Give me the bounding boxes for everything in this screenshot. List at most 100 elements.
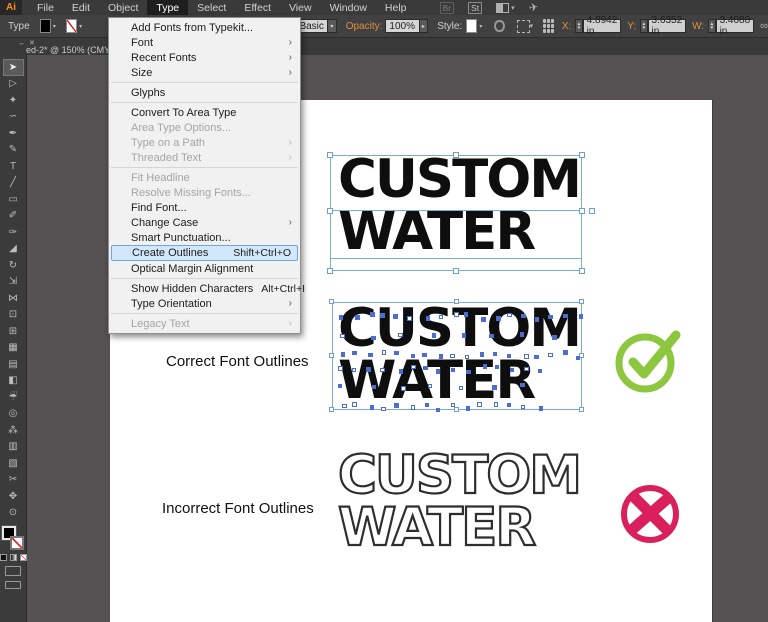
stroke-caret-icon[interactable]: ▾ [79,23,82,30]
menubar-item-help[interactable]: Help [376,0,416,15]
type-tool[interactable]: T [3,158,24,175]
anchor-point[interactable] [381,407,386,412]
menu-item-size[interactable]: Size› [109,65,300,80]
anchor-point[interactable] [507,313,512,318]
opacity-input[interactable]: 100% [385,19,419,33]
constrain-proportions-link-icon[interactable]: ∞ [760,20,768,32]
perspective-grid-tool[interactable]: ⊞ [3,323,24,340]
free-transform-tool[interactable]: ⊡ [3,307,24,324]
anchor-point[interactable] [524,354,529,359]
eraser-tool[interactable]: ◢ [3,241,24,258]
anchor-point[interactable] [454,312,459,317]
anchor-point[interactable] [338,384,343,389]
anchor-point[interactable] [477,402,482,407]
anchor-point[interactable] [339,315,344,320]
stock-badge[interactable]: St [468,2,482,14]
anchor-point[interactable] [521,314,526,319]
selection-bounding-box[interactable] [330,155,582,271]
selection-handle[interactable] [329,353,334,358]
anchor-point[interactable] [524,367,529,372]
anchor-point[interactable] [439,354,444,359]
anchor-point[interactable] [340,334,345,339]
anchor-point[interactable] [534,355,539,360]
transform-reference-icon[interactable] [543,19,554,33]
menu-item-change-case[interactable]: Change Case› [109,215,300,230]
w-input[interactable]: 3.4088 in [716,19,755,33]
anchor-point[interactable] [432,333,437,338]
anchor-point[interactable] [382,350,387,355]
x-stepper[interactable]: ▲▼ [575,19,582,33]
magic-wand-tool[interactable]: ✦ [3,92,24,109]
anchor-point[interactable] [492,385,497,390]
menubar-item-file[interactable]: File [28,0,63,15]
anchor-point[interactable] [380,313,385,318]
anchor-point[interactable] [539,406,544,411]
drawing-mode-button[interactable] [5,566,21,576]
anchor-point[interactable] [494,402,499,407]
mesh-tool[interactable]: ▤ [3,356,24,373]
anchor-point[interactable] [548,353,553,358]
rotate-tool[interactable]: ↻ [3,257,24,274]
anchor-point[interactable] [380,368,385,373]
pen-tool[interactable]: ✒ [3,125,24,142]
anchor-point[interactable] [352,402,357,407]
x-input[interactable]: 4.8942 in [583,19,622,33]
anchor-point[interactable] [370,405,375,410]
selection-handle[interactable] [589,208,595,214]
shape-builder-tool[interactable]: ▦ [3,340,24,357]
menu-item-convert-to-area-type[interactable]: Convert To Area Type [109,105,300,120]
stroke-swatch[interactable] [10,536,24,550]
anchor-point[interactable] [576,356,581,361]
anchor-point[interactable] [510,368,515,373]
anchor-point[interactable] [552,335,557,340]
anchor-point[interactable] [342,404,347,409]
anchor-point[interactable] [411,405,416,410]
selection-handle[interactable] [454,299,459,304]
blend-tool[interactable]: ◎ [3,406,24,423]
anchor-point[interactable] [428,384,433,389]
select-similar-button[interactable]: ▾ [517,20,534,33]
hand-tool[interactable]: ✥ [3,488,24,505]
menu-item-recent-fonts[interactable]: Recent Fonts› [109,50,300,65]
selection-handle[interactable] [454,407,459,412]
menubar-item-effect[interactable]: Effect [235,0,280,15]
selection-tool[interactable]: ➤ [3,59,24,76]
bridge-badge[interactable]: Br [440,2,455,14]
anchor-point[interactable] [493,352,498,357]
artboard-tool[interactable]: ▧ [3,455,24,472]
menu-item-find-font[interactable]: Find Font... [109,200,300,215]
anchor-point[interactable] [368,353,373,358]
anchor-point[interactable] [426,316,431,321]
anchor-point[interactable] [464,312,469,317]
selection-handle[interactable] [327,268,333,274]
anchor-point[interactable] [563,314,568,319]
menu-item-font[interactable]: Font› [109,35,300,50]
style-caret-icon[interactable]: ▾ [479,23,482,30]
selection-handle[interactable] [327,152,333,158]
workspace-switcher[interactable]: ▾ [496,3,515,13]
menubar-item-type[interactable]: Type [147,0,188,15]
y-input[interactable]: 3.6352 in [648,19,687,33]
menu-item-add-fonts-from-typekit[interactable]: Add Fonts from Typekit... [109,20,300,35]
symbol-sprayer-tool[interactable]: ⁂ [3,422,24,439]
anchor-point[interactable] [439,315,444,320]
share-paper-plane-icon[interactable]: ✈ [528,0,539,14]
selection-handle[interactable] [329,299,334,304]
lasso-tool[interactable]: ∽ [3,109,24,126]
anchor-point[interactable] [466,370,471,375]
paintbrush-tool[interactable]: ✐ [3,208,24,225]
pencil-tool[interactable]: ✑ [3,224,24,241]
stroke-color-swatch[interactable] [66,19,77,33]
anchor-point[interactable] [535,317,540,322]
menubar-item-window[interactable]: Window [321,0,376,15]
anchor-point[interactable] [436,369,441,374]
menu-item-type-orientation[interactable]: Type Orientation› [109,296,300,311]
anchor-point[interactable] [466,406,471,411]
anchor-point[interactable] [507,403,512,408]
slice-tool[interactable]: ✂ [3,472,24,489]
menubar-item-view[interactable]: View [280,0,321,15]
column-graph-tool[interactable]: ▥ [3,439,24,456]
anchor-point[interactable] [341,352,346,357]
anchor-point[interactable] [520,332,525,337]
anchor-point[interactable] [338,366,343,371]
